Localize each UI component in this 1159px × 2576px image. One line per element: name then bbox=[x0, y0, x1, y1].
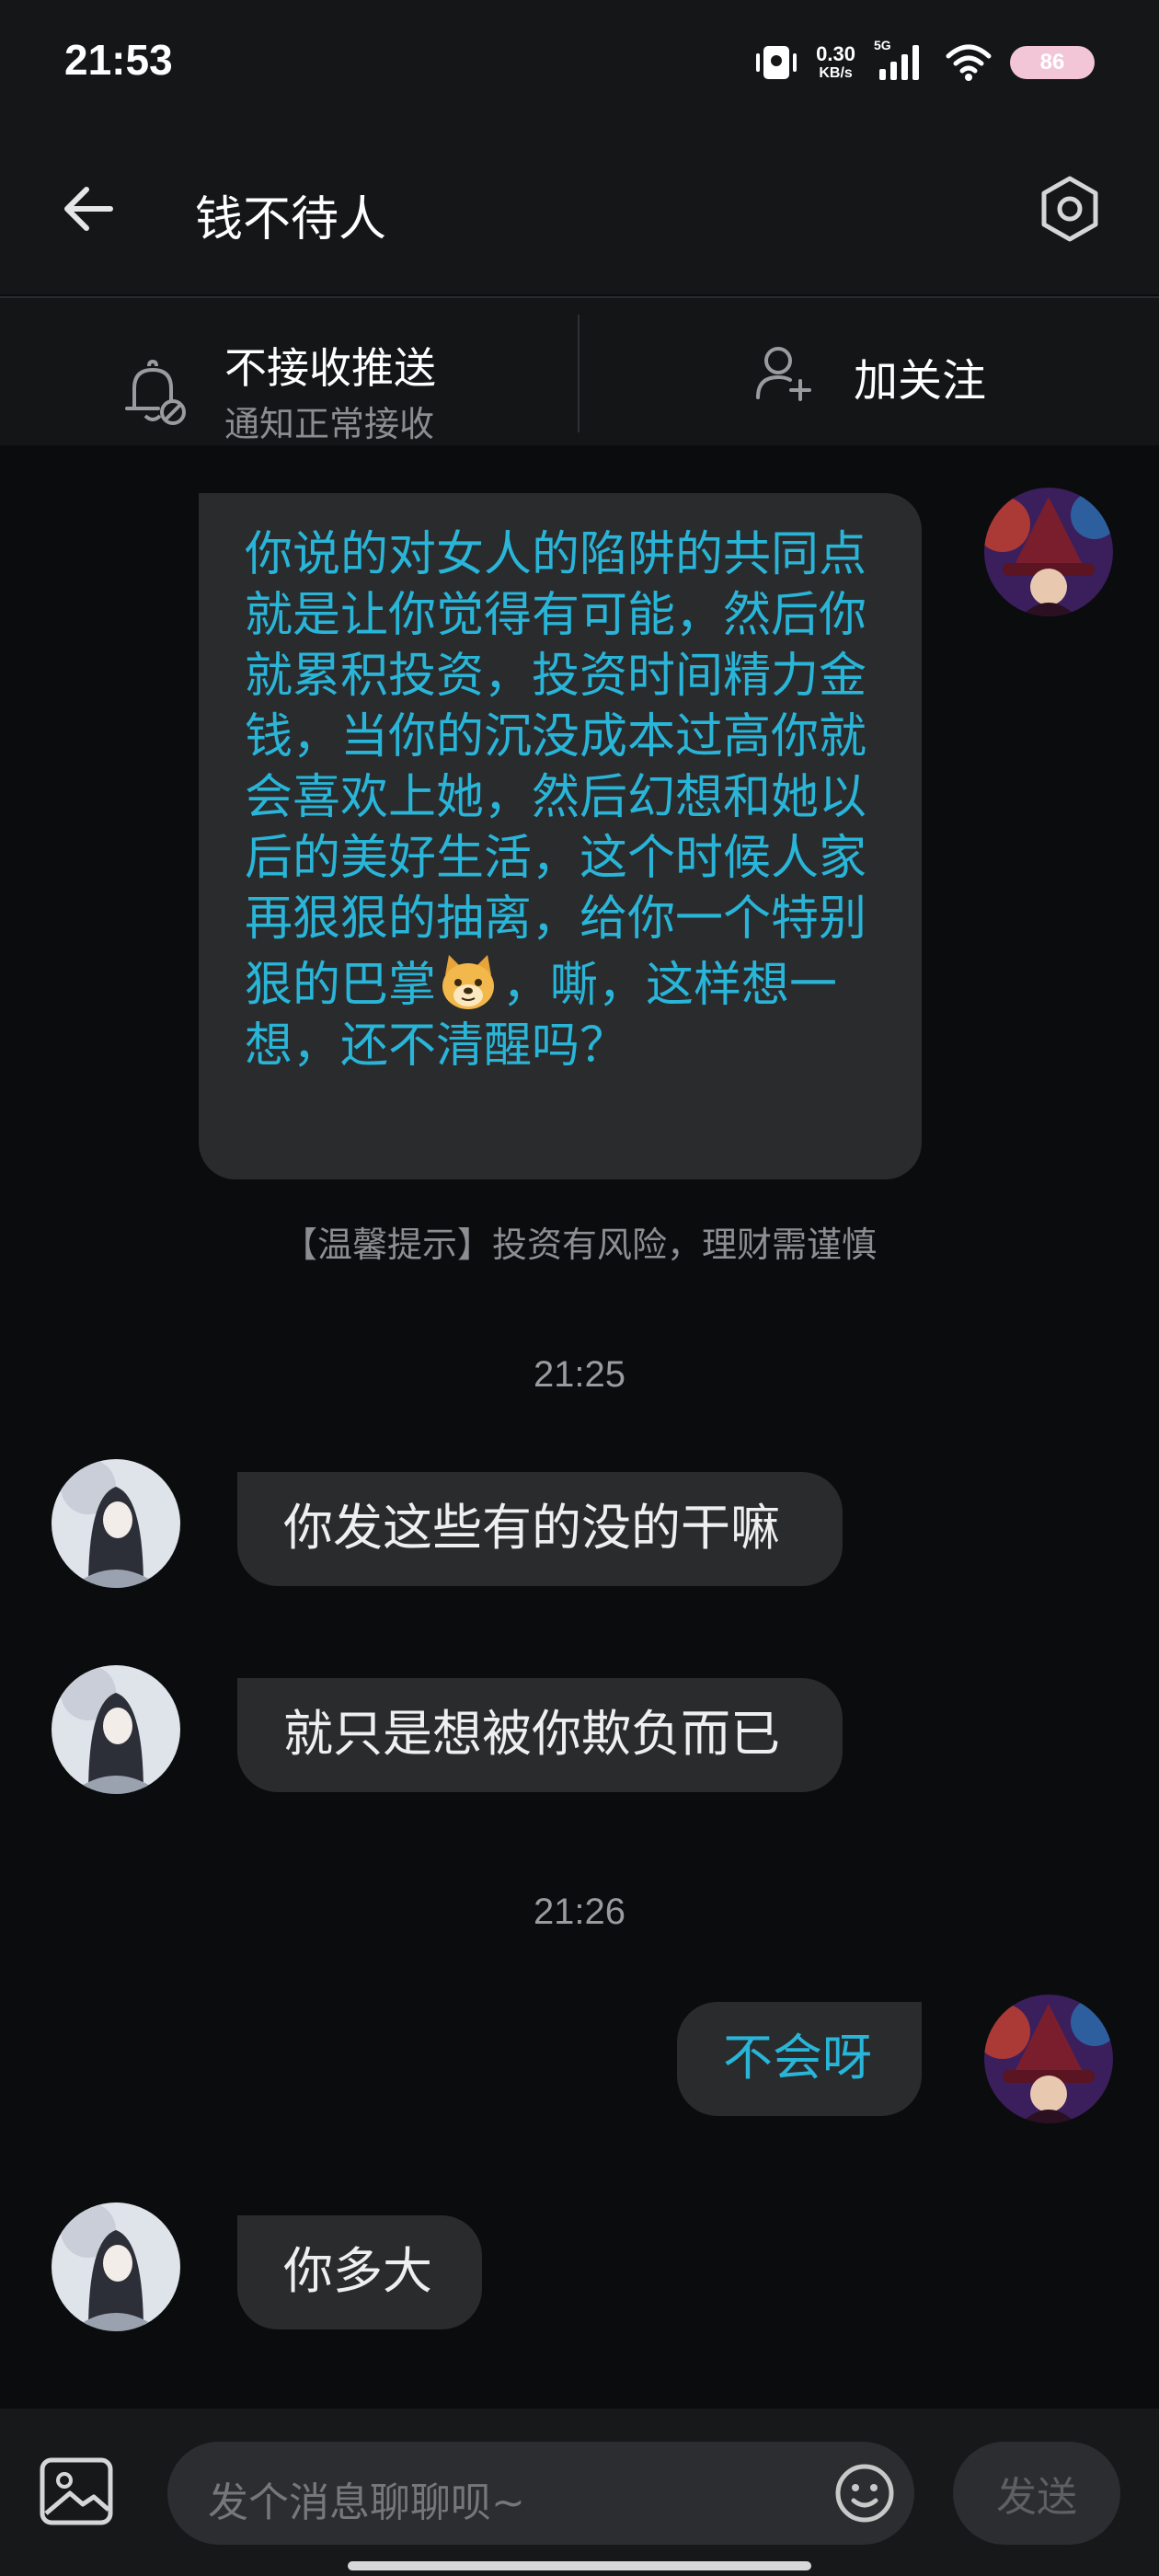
add-user-icon bbox=[756, 347, 811, 401]
mute-title: 不接收推送 bbox=[224, 343, 436, 393]
timestamp: 21:26 bbox=[533, 1892, 626, 1932]
chat-header: 钱不待人 bbox=[0, 147, 1159, 267]
witch-avatar-image bbox=[984, 1995, 1113, 2123]
message-input[interactable]: 发个消息聊聊呗~ bbox=[167, 2442, 914, 2545]
contact-avatar[interactable] bbox=[52, 1665, 180, 1794]
contact-avatar[interactable] bbox=[52, 2202, 180, 2331]
input-bar: 发个消息聊聊呗~ 发送 bbox=[0, 2409, 1159, 2576]
risk-tip: 【温馨提示】投资有风险，理财需谨慎 bbox=[281, 1225, 877, 1265]
message-bubble-received[interactable]: 你发这些有的没的干嘛 bbox=[237, 1472, 843, 1586]
message-bubble-sent[interactable]: 你说的对女人的陷阱的共同点就是让你觉得有可能，然后你就累积投资，投资时间精力金钱… bbox=[199, 493, 922, 1179]
action-bar: 不接收推送 通知正常接收 加关注 bbox=[0, 298, 1159, 445]
follow-button[interactable]: 加关注 bbox=[754, 342, 1030, 416]
net-speed: 0.30 KB/s bbox=[816, 44, 855, 81]
home-indicator[interactable] bbox=[348, 2561, 811, 2570]
signal-group: 5G bbox=[874, 38, 927, 84]
message-bubble-sent[interactable]: 不会呀 bbox=[677, 2002, 922, 2116]
status-icons: 0.30 KB/s 5G 86 bbox=[755, 38, 1095, 86]
chat-title: 钱不待人 bbox=[195, 192, 387, 247]
settings-hexagon-icon[interactable] bbox=[1034, 173, 1106, 245]
back-arrow-icon[interactable] bbox=[57, 177, 121, 241]
contact-avatar-image bbox=[52, 2202, 180, 2331]
message-text: 就只是想被你欺负而已 bbox=[283, 1705, 780, 1763]
message-text: 你多大 bbox=[283, 2242, 432, 2300]
message-text: 你说的对女人的陷阱的共同点就是让你觉得有可能，然后你就累积投资，投资时间精力金钱… bbox=[245, 527, 867, 1013]
vibrate-icon bbox=[756, 46, 798, 79]
doge-emoji-icon bbox=[442, 955, 495, 1009]
witch-avatar-image bbox=[984, 488, 1113, 616]
action-divider bbox=[578, 315, 580, 432]
status-bar: 21:53 0.30 KB/s 5G 86 bbox=[0, 0, 1159, 129]
contact-avatar-image bbox=[52, 1459, 180, 1588]
my-avatar[interactable] bbox=[984, 488, 1113, 616]
status-time: 21:53 bbox=[64, 36, 173, 84]
follow-label: 加关注 bbox=[854, 355, 987, 407]
message-bubble-received[interactable]: 就只是想被你欺负而已 bbox=[237, 1678, 843, 1792]
contact-avatar-image bbox=[52, 1665, 180, 1794]
wifi-icon bbox=[946, 44, 992, 81]
my-avatar[interactable] bbox=[984, 1995, 1113, 2123]
send-button[interactable]: 发送 bbox=[953, 2442, 1120, 2545]
mute-subtitle: 通知正常接收 bbox=[224, 404, 435, 444]
bell-off-icon bbox=[125, 359, 186, 425]
net-speed-value: 0.30 bbox=[816, 42, 855, 65]
net-speed-unit: KB/s bbox=[819, 65, 853, 81]
message-input-placeholder: 发个消息聊聊呗~ bbox=[208, 2479, 525, 2526]
battery-indicator: 86 bbox=[1010, 46, 1095, 79]
cellular-signal-icon bbox=[879, 45, 919, 80]
message-text: 你发这些有的没的干嘛 bbox=[283, 1499, 780, 1557]
timestamp: 21:25 bbox=[533, 1354, 626, 1395]
image-picker-icon[interactable] bbox=[39, 2456, 114, 2526]
message-text: 不会呀 bbox=[723, 2029, 872, 2087]
contact-avatar[interactable] bbox=[52, 1459, 180, 1588]
emoji-icon[interactable] bbox=[833, 2462, 896, 2524]
message-bubble-received[interactable]: 你多大 bbox=[237, 2215, 482, 2329]
